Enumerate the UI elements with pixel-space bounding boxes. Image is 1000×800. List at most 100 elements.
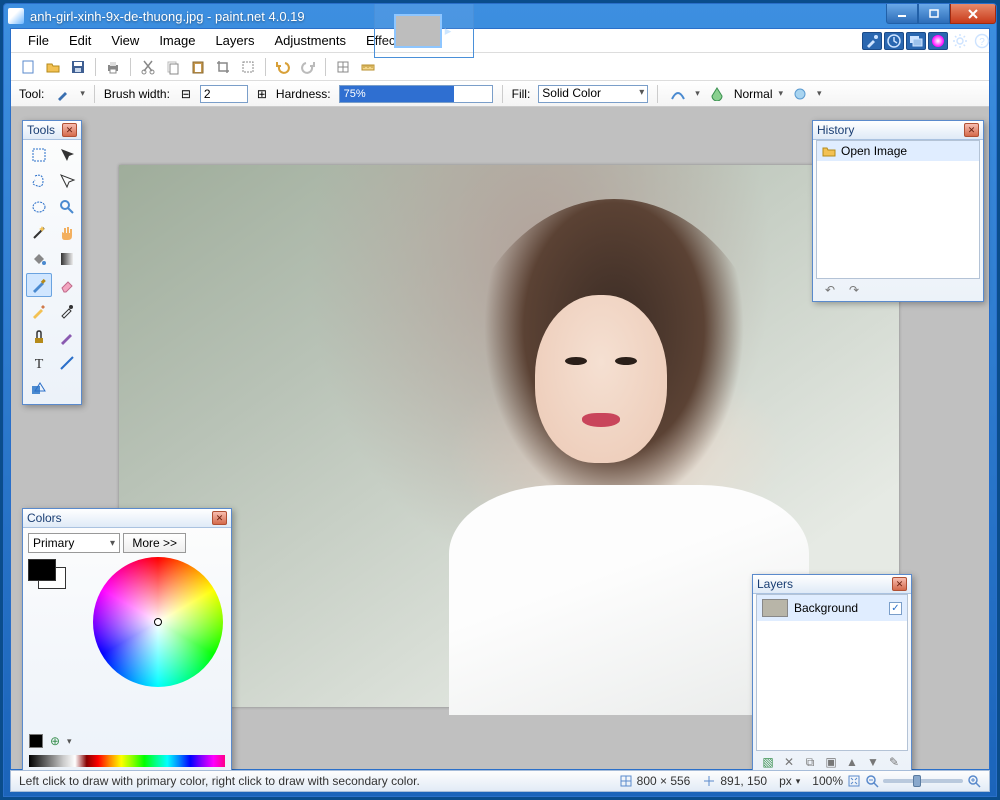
add-color-icon[interactable]: ⊕ bbox=[47, 733, 63, 749]
redo-icon[interactable]: ↷ bbox=[846, 282, 862, 298]
undo-icon[interactable]: ↶ bbox=[822, 282, 838, 298]
zoom-slider[interactable] bbox=[883, 779, 963, 783]
document-list-dropdown[interactable]: ▸ bbox=[442, 14, 454, 48]
ruler-button[interactable] bbox=[357, 56, 379, 78]
layers-panel[interactable]: Layers✕ Background ✓ ▧ ✕ ⧉ ▣ ▲ ▼ ✎ bbox=[752, 574, 912, 774]
tool-magic-wand[interactable] bbox=[26, 221, 52, 245]
history-title: History bbox=[817, 123, 854, 137]
history-panel[interactable]: History ✕ Open Image ↶ ↷ bbox=[812, 120, 984, 302]
tool-move-pixels[interactable] bbox=[54, 169, 80, 193]
menu-adjustments[interactable]: Adjustments bbox=[265, 30, 355, 51]
antialias-toggle[interactable] bbox=[667, 84, 689, 104]
move-up-icon[interactable]: ▲ bbox=[844, 754, 860, 770]
layer-thumbnail bbox=[762, 599, 788, 617]
zoom-value[interactable]: 100% bbox=[812, 774, 843, 788]
tool-shapes[interactable] bbox=[26, 377, 52, 401]
tool-clone-stamp[interactable] bbox=[26, 325, 52, 349]
close-icon[interactable]: ✕ bbox=[964, 123, 979, 137]
menu-file[interactable]: File bbox=[19, 30, 58, 51]
tool-line[interactable] bbox=[54, 351, 80, 375]
unit-select[interactable]: px ▾ bbox=[779, 774, 800, 788]
merge-down-icon[interactable]: ▣ bbox=[823, 754, 839, 770]
crop-button[interactable] bbox=[212, 56, 234, 78]
deselect-button[interactable] bbox=[237, 56, 259, 78]
new-button[interactable] bbox=[17, 56, 39, 78]
zoom-in-icon[interactable] bbox=[967, 774, 981, 788]
tool-recolor[interactable] bbox=[54, 325, 80, 349]
paste-button[interactable] bbox=[187, 56, 209, 78]
tool-move-selection[interactable] bbox=[54, 143, 80, 167]
close-button[interactable] bbox=[950, 4, 996, 24]
tool-pencil[interactable] bbox=[26, 299, 52, 323]
minimize-button[interactable] bbox=[886, 4, 918, 24]
save-button[interactable] bbox=[67, 56, 89, 78]
hardness-slider[interactable]: 75% bbox=[339, 85, 493, 103]
history-window-toggle[interactable] bbox=[884, 32, 904, 50]
close-icon[interactable]: ✕ bbox=[892, 577, 907, 591]
copy-button[interactable] bbox=[162, 56, 184, 78]
tools-panel[interactable]: Tools✕ T bbox=[22, 120, 82, 405]
colors-window-toggle[interactable] bbox=[928, 32, 948, 50]
zoom-out-icon[interactable] bbox=[865, 774, 879, 788]
tool-paint-bucket[interactable] bbox=[26, 247, 52, 271]
tool-pan[interactable] bbox=[54, 221, 80, 245]
tool-zoom[interactable] bbox=[54, 195, 80, 219]
menu-edit[interactable]: Edit bbox=[60, 30, 100, 51]
tool-color-picker[interactable] bbox=[54, 299, 80, 323]
brush-decrease[interactable]: ⊟ bbox=[178, 83, 194, 105]
color-wheel[interactable] bbox=[93, 557, 223, 687]
history-item[interactable]: Open Image bbox=[817, 141, 979, 161]
cut-button[interactable] bbox=[137, 56, 159, 78]
blend-mode-select[interactable]: Normal bbox=[734, 87, 773, 101]
menu-image[interactable]: Image bbox=[150, 30, 204, 51]
tool-gradient[interactable] bbox=[54, 247, 80, 271]
fill-select[interactable]: Solid Color bbox=[538, 85, 648, 103]
zoom-fit-icon[interactable] bbox=[847, 774, 861, 788]
primary-color[interactable] bbox=[28, 559, 56, 581]
palette-strip[interactable] bbox=[29, 755, 225, 767]
tool-paintbrush[interactable] bbox=[26, 273, 52, 297]
tool-text[interactable]: T bbox=[26, 351, 52, 375]
layer-row[interactable]: Background ✓ bbox=[757, 595, 907, 621]
menu-layers[interactable]: Layers bbox=[206, 30, 263, 51]
print-button[interactable] bbox=[102, 56, 124, 78]
chevron-down-icon[interactable]: ▾ bbox=[67, 736, 72, 747]
tool-ellipse-select[interactable] bbox=[26, 195, 52, 219]
grid-button[interactable] bbox=[332, 56, 354, 78]
add-layer-icon[interactable]: ▧ bbox=[760, 754, 776, 770]
help-icon[interactable]: ? bbox=[972, 32, 992, 50]
colors-panel[interactable]: Colors✕ Primary More >> ⊕ ▾ bbox=[22, 508, 232, 774]
document-thumbnail bbox=[394, 14, 442, 48]
chevron-down-icon[interactable]: ▾ bbox=[817, 88, 822, 99]
maximize-button[interactable] bbox=[918, 4, 950, 24]
chevron-down-icon[interactable]: ▾ bbox=[695, 88, 700, 99]
open-button[interactable] bbox=[42, 56, 64, 78]
tool-lasso-select[interactable] bbox=[26, 169, 52, 193]
delete-layer-icon[interactable]: ✕ bbox=[781, 754, 797, 770]
color-target-select[interactable]: Primary bbox=[28, 533, 120, 553]
tools-window-toggle[interactable] bbox=[862, 32, 882, 50]
layers-window-toggle[interactable] bbox=[906, 32, 926, 50]
more-button[interactable]: More >> bbox=[123, 533, 186, 553]
move-down-icon[interactable]: ▼ bbox=[865, 754, 881, 770]
undo-button[interactable] bbox=[272, 56, 294, 78]
tool-eraser[interactable] bbox=[54, 273, 80, 297]
layer-properties-icon[interactable]: ✎ bbox=[886, 754, 902, 770]
brush-increase[interactable]: ⊞ bbox=[254, 83, 270, 105]
chevron-down-icon[interactable]: ▾ bbox=[779, 88, 784, 99]
tool-picker[interactable] bbox=[52, 84, 74, 104]
layer-visible-checkbox[interactable]: ✓ bbox=[889, 602, 902, 615]
chevron-down-icon[interactable]: ▾ bbox=[80, 88, 85, 99]
document-tab[interactable]: ▸ bbox=[374, 4, 474, 58]
blend-icon[interactable] bbox=[706, 84, 728, 104]
close-icon[interactable]: ✕ bbox=[212, 511, 227, 525]
duplicate-layer-icon[interactable]: ⧉ bbox=[802, 754, 818, 770]
settings-icon[interactable] bbox=[950, 32, 970, 50]
color-swatches[interactable] bbox=[28, 559, 72, 593]
menu-view[interactable]: View bbox=[102, 30, 148, 51]
brush-width-input[interactable] bbox=[200, 85, 248, 103]
redo-button[interactable] bbox=[297, 56, 319, 78]
overwrite-toggle[interactable] bbox=[789, 84, 811, 104]
close-icon[interactable]: ✕ bbox=[62, 123, 77, 137]
tool-rectangle-select[interactable] bbox=[26, 143, 52, 167]
